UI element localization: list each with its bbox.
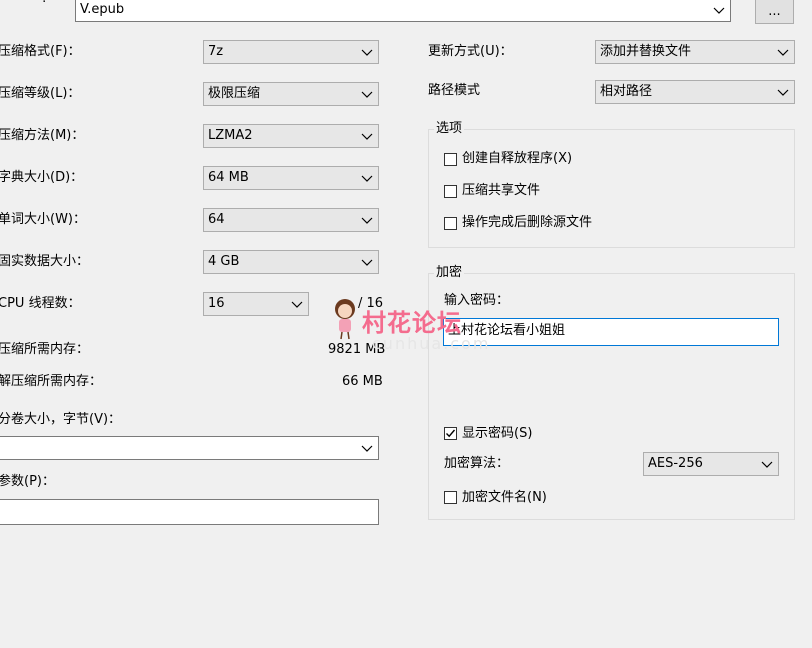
volume-select[interactable] bbox=[0, 436, 379, 460]
method-select[interactable]: LZMA2 bbox=[203, 124, 379, 148]
delete-label[interactable]: 操作完成后删除源文件 bbox=[462, 214, 592, 232]
encrypt-names-checkbox[interactable] bbox=[444, 491, 457, 504]
watermark-subtext: cunhua.com bbox=[372, 334, 491, 353]
mem-decompress-value: 66 MB bbox=[342, 374, 383, 389]
word-label: 单词大小(W)： bbox=[0, 212, 86, 227]
archive-path-combo[interactable]: V.epub bbox=[75, 0, 731, 22]
dictionary-select[interactable]: 64 MB bbox=[203, 166, 379, 190]
encryption-method-select[interactable]: AES-256 bbox=[643, 452, 779, 476]
chevron-down-icon bbox=[713, 7, 725, 14]
chevron-down-icon bbox=[361, 445, 373, 452]
volume-label: 分卷大小，字节(V)： bbox=[0, 412, 122, 427]
method-value: LZMA2 bbox=[208, 128, 253, 143]
path-mode-value: 相对路径 bbox=[600, 84, 653, 99]
chevron-down-icon bbox=[777, 89, 789, 96]
level-value: 极限压缩 bbox=[208, 86, 261, 101]
update-value: 添加并替换文件 bbox=[600, 44, 692, 59]
password-input[interactable]: 上村花论坛看小姐姐 bbox=[443, 318, 779, 346]
word-value: 64 bbox=[208, 212, 225, 227]
encryption-method-label: 加密算法： bbox=[444, 456, 510, 471]
sfx-checkbox[interactable] bbox=[444, 153, 457, 166]
browse-button[interactable]: ... bbox=[755, 0, 794, 24]
update-label: 更新方式(U)： bbox=[428, 44, 513, 59]
dictionary-value: 64 MB bbox=[208, 170, 249, 185]
encryption-group bbox=[428, 273, 795, 520]
chevron-down-icon bbox=[761, 461, 773, 468]
cpu-select[interactable]: 16 bbox=[203, 292, 309, 316]
encrypt-names-label[interactable]: 加密文件名(N) bbox=[462, 489, 547, 507]
params-label: 参数(P)： bbox=[0, 474, 55, 489]
cpu-value: 16 bbox=[208, 296, 225, 311]
dictionary-label: 字典大小(D)： bbox=[0, 170, 84, 185]
path-mode-label: 路径模式 bbox=[428, 83, 481, 98]
archive-path-value: V.epub bbox=[80, 2, 125, 17]
check-icon bbox=[446, 429, 456, 438]
format-label: 压缩格式(F)： bbox=[0, 44, 81, 59]
path-mode-select[interactable]: 相对路径 bbox=[595, 80, 795, 104]
encryption-group-title: 加密 bbox=[434, 265, 465, 281]
chevron-down-icon bbox=[361, 49, 373, 56]
solid-select[interactable]: 4 GB bbox=[203, 250, 379, 274]
shared-label[interactable]: 压缩共享文件 bbox=[462, 182, 540, 200]
chevron-down-icon bbox=[361, 217, 373, 224]
word-select[interactable]: 64 bbox=[203, 208, 379, 232]
format-value: 7z bbox=[208, 44, 224, 59]
format-select[interactable]: 7z bbox=[203, 40, 379, 64]
solid-value: 4 GB bbox=[208, 254, 240, 269]
watermark-text: 村花论坛 bbox=[362, 309, 462, 337]
chevron-down-icon bbox=[361, 91, 373, 98]
sfx-label[interactable]: 创建自释放程序(X) bbox=[462, 150, 572, 168]
params-input[interactable] bbox=[0, 499, 379, 525]
chevron-down-icon bbox=[361, 133, 373, 140]
method-label: 压缩方法(M)： bbox=[0, 128, 85, 143]
mem-decompress-label: 解压缩所需内存： bbox=[0, 374, 103, 389]
options-group-title: 选项 bbox=[434, 121, 465, 137]
chevron-down-icon bbox=[291, 301, 303, 308]
shared-checkbox[interactable] bbox=[444, 185, 457, 198]
update-select[interactable]: 添加并替换文件 bbox=[595, 40, 795, 64]
mem-compress-label: 压缩所需内存： bbox=[0, 342, 90, 357]
watermark-avatar-icon bbox=[330, 298, 360, 340]
solid-label: 固实数据大小： bbox=[0, 254, 90, 269]
level-select[interactable]: 极限压缩 bbox=[203, 82, 379, 106]
cpu-label: CPU 线程数： bbox=[0, 296, 81, 311]
chevron-down-icon bbox=[361, 259, 373, 266]
show-password-checkbox[interactable] bbox=[444, 427, 457, 440]
archive-label-fragment: : bbox=[42, 0, 46, 8]
browse-label: ... bbox=[768, 4, 781, 19]
chevron-down-icon bbox=[777, 49, 789, 56]
level-label: 压缩等级(L)： bbox=[0, 86, 81, 101]
show-password-label[interactable]: 显示密码(S) bbox=[462, 425, 532, 443]
delete-checkbox[interactable] bbox=[444, 217, 457, 230]
encryption-method-value: AES-256 bbox=[648, 456, 703, 471]
chevron-down-icon bbox=[361, 175, 373, 182]
